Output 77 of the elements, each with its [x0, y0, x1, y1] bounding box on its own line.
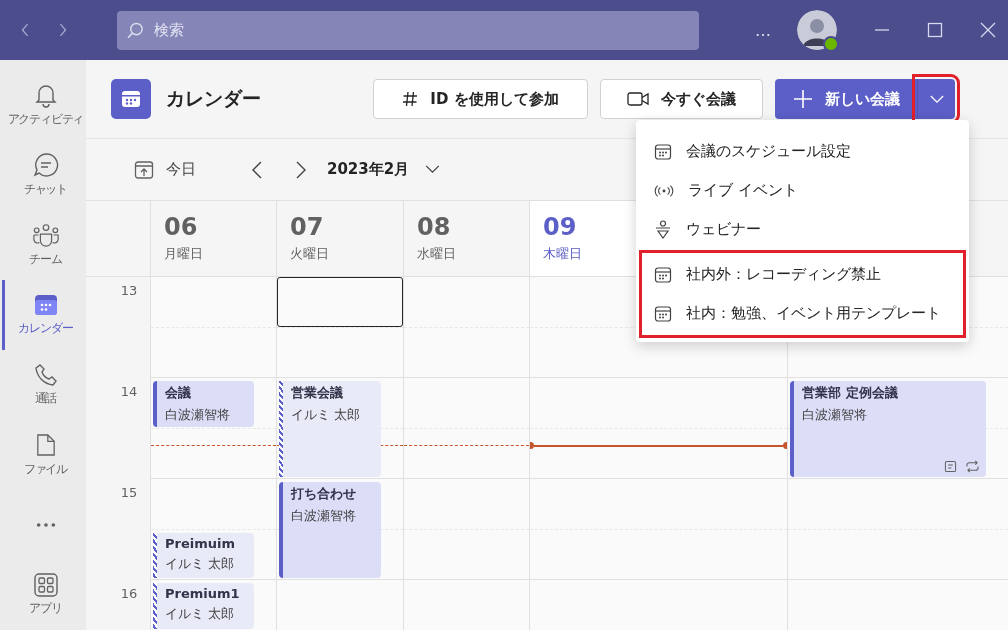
day-number: 07 — [290, 213, 324, 241]
event-title: Premium1 — [165, 586, 241, 601]
event-title: Preimuim — [165, 535, 236, 551]
nav-item[interactable]: チーム — [2, 210, 86, 280]
day-number: 06 — [164, 213, 198, 241]
day-number: 08 — [417, 213, 451, 241]
day-number: 09 — [543, 213, 577, 241]
search-field[interactable]: 検索 — [117, 10, 699, 50]
menu-item[interactable]: ウェビナー — [639, 210, 966, 249]
calendar-event[interactable]: 営業会議 イルミ 太郎 — [279, 381, 381, 477]
close-icon[interactable] — [980, 22, 996, 38]
weekday-label: 月曜日 — [164, 245, 203, 263]
hour-label: 16 — [120, 586, 138, 601]
calendar-icon — [111, 79, 151, 119]
previous-week-icon[interactable] — [251, 159, 263, 180]
calendar-icon — [33, 293, 58, 317]
weekday-label: 火曜日 — [290, 245, 329, 263]
month-picker[interactable]: 2023年2月 — [327, 160, 441, 179]
menu-item[interactable]: 社内：勉強、イベント用テンプレート — [642, 294, 963, 333]
event-title: 営業会議 — [291, 384, 344, 402]
video-camera-icon — [627, 91, 649, 107]
phone-icon — [33, 363, 58, 387]
today-button[interactable]: 今日 — [134, 159, 196, 180]
event-organizer: 白波瀬智将 — [165, 406, 231, 424]
calendar-event[interactable]: 営業部 定例会議 白波瀬智将 — [790, 381, 986, 477]
event-organizer: イルミ 太郎 — [291, 406, 362, 424]
event-title: 会議 — [165, 384, 192, 402]
event-title: 打ち合わせ — [291, 485, 357, 503]
broadcast-icon — [654, 183, 674, 198]
calendar-event[interactable]: 打ち合わせ 白波瀬智将 — [279, 482, 381, 578]
weekday-label: 木曜日 — [543, 245, 582, 263]
next-week-icon[interactable] — [295, 159, 307, 180]
nav-item[interactable]: アクティビティ — [2, 70, 86, 140]
nav-item[interactable]: チャット — [2, 140, 86, 210]
calendar-icon — [654, 265, 672, 284]
hour-label: 14 — [120, 384, 138, 399]
hour-label: 15 — [120, 485, 138, 500]
event-organizer: 白波瀬智将 — [802, 406, 868, 424]
calendar-event[interactable]: Preimuim イルミ 太郎 — [153, 532, 254, 578]
more-icon — [34, 522, 57, 528]
forward-icon[interactable] — [58, 23, 68, 37]
nav-item[interactable]: ファイル — [2, 420, 86, 490]
presenter-icon — [654, 219, 672, 240]
event-organizer: 白波瀬智将 — [291, 507, 357, 525]
calendar-event[interactable]: 会議 白波瀬智将 — [153, 381, 254, 427]
chevron-down-icon — [425, 165, 441, 174]
selected-time-slot[interactable] — [277, 277, 403, 327]
plus-icon — [792, 89, 813, 109]
people-icon — [31, 222, 60, 248]
menu-item[interactable]: 会議のスケジュール設定 — [639, 132, 966, 171]
event-title: 営業部 定例会議 — [802, 384, 899, 402]
bell-icon — [33, 82, 58, 108]
maximize-icon[interactable] — [927, 22, 943, 38]
file-icon — [35, 432, 56, 458]
back-icon[interactable] — [20, 23, 30, 37]
nav-item[interactable]: 通話 — [2, 350, 86, 420]
meet-now-button[interactable]: 今すぐ会議 — [600, 79, 763, 119]
calendar-icon — [654, 304, 672, 323]
new-meeting-button[interactable]: 新しい会議 — [775, 79, 917, 119]
page-title: カレンダー — [166, 86, 262, 111]
calendar-event[interactable]: Premium1 イルミ 太郎 — [153, 583, 254, 629]
join-with-id-button[interactable]: ID を使用して参加 — [373, 79, 588, 119]
menu-item[interactable]: ライブ イベント — [639, 171, 966, 210]
chevron-down-icon — [929, 94, 944, 104]
chat-icon — [32, 152, 59, 178]
search-icon — [127, 21, 144, 39]
hash-icon — [402, 91, 419, 107]
calendar-icon — [654, 142, 672, 161]
weekday-label: 水曜日 — [417, 245, 456, 263]
event-organizer: イルミ 太郎 — [165, 554, 236, 573]
menu-item[interactable]: 社内外：レコーディング禁止 — [642, 255, 963, 294]
more-options-button[interactable]: … — [755, 20, 771, 40]
hour-label: 13 — [120, 283, 138, 298]
event-organizer: イルミ 太郎 — [165, 605, 236, 623]
nav-item[interactable]: アプリ — [2, 560, 86, 630]
avatar[interactable] — [797, 10, 837, 50]
apps-icon — [33, 573, 58, 597]
